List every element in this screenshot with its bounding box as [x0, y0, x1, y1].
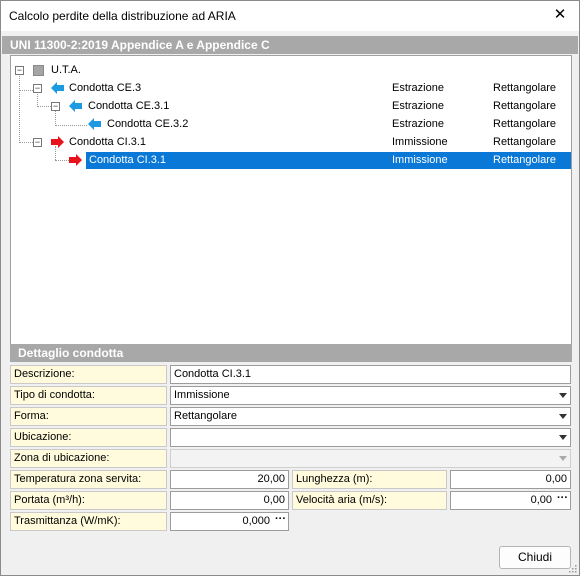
more-icon[interactable]: ···	[275, 511, 286, 528]
blue-arrow-left-icon	[51, 82, 64, 94]
tree-row-label: Condotta CE.3	[69, 82, 142, 94]
section-header: UNI 11300-2:2019 Appendice A e Appendice…	[2, 36, 578, 54]
portata-label: Portata (m³/h):	[10, 491, 167, 510]
tree-row-ce32[interactable]: Condotta CE.3.2 Estrazione Rettangolare	[11, 116, 571, 133]
temperatura-input[interactable]: 20,00	[170, 470, 289, 489]
lunghezza-input[interactable]: 0,00	[450, 470, 571, 489]
forma-select[interactable]: Rettangolare	[170, 407, 571, 426]
red-arrow-right-icon	[69, 154, 82, 166]
tree-row-forma: Rettangolare	[493, 136, 556, 148]
forma-label: Forma:	[10, 407, 167, 426]
tree-row-forma: Rettangolare	[493, 154, 556, 166]
square-icon	[33, 65, 44, 76]
chevron-down-icon	[559, 456, 567, 461]
velocita-value: 0,00	[530, 494, 552, 506]
blue-arrow-left-icon	[88, 118, 101, 130]
tree-row-tipo: Immissione	[392, 136, 448, 148]
collapse-icon[interactable]: −	[15, 66, 24, 75]
tree-row-ci31[interactable]: − Condotta CI.3.1 Immissione Rettangolar…	[11, 134, 571, 151]
trasmittanza-input[interactable]: 0,000 ···	[170, 512, 289, 531]
descrizione-input[interactable]: Condotta CI.3.1	[170, 365, 571, 384]
ubicazione-select[interactable]	[170, 428, 571, 447]
duct-tree[interactable]: − U.T.A. − Condotta CE.3 Estrazione Rett…	[10, 55, 572, 345]
tipo-label: Tipo di condotta:	[10, 386, 167, 405]
zona-label: Zona di ubicazione:	[10, 449, 167, 468]
forma-value: Rettangolare	[174, 410, 237, 422]
tree-row-forma: Rettangolare	[493, 118, 556, 130]
tree-row-tipo: Estrazione	[392, 82, 444, 94]
zona-select	[170, 449, 571, 468]
more-icon[interactable]: ···	[557, 490, 568, 507]
trasmittanza-label: Trasmittanza (W/mK):	[10, 512, 167, 531]
tree-row-label: Condotta CI.3.1	[89, 154, 167, 166]
tree-row-tipo: Immissione	[392, 154, 448, 166]
close-icon[interactable]: ✕	[547, 3, 573, 27]
tree-row-label: U.T.A.	[51, 64, 81, 76]
tree-row-tipo: Estrazione	[392, 118, 444, 130]
portata-input[interactable]: 0,00	[170, 491, 289, 510]
detail-header: Dettaglio condotta	[10, 344, 572, 362]
chevron-down-icon[interactable]	[559, 393, 567, 398]
collapse-icon[interactable]: −	[33, 138, 42, 147]
descrizione-label: Descrizione:	[10, 365, 167, 384]
resize-grip-icon[interactable]	[567, 563, 577, 573]
collapse-icon[interactable]: −	[51, 102, 60, 111]
dialog-window: Calcolo perdite della distribuzione ad A…	[0, 0, 580, 576]
tree-row-label: Condotta CE.3.2	[107, 118, 189, 130]
tree-row-selected[interactable]: Condotta CI.3.1 Immissione Rettangolare	[11, 152, 571, 169]
red-arrow-right-icon	[51, 136, 64, 148]
tree-row-forma: Rettangolare	[493, 82, 556, 94]
temperatura-label: Temperatura zona servita:	[10, 470, 167, 489]
blue-arrow-left-icon	[69, 100, 82, 112]
chevron-down-icon[interactable]	[559, 414, 567, 419]
tipo-select[interactable]: Immissione	[170, 386, 571, 405]
tree-row-tipo: Estrazione	[392, 100, 444, 112]
tree-row-forma: Rettangolare	[493, 100, 556, 112]
tree-row-label: Condotta CI.3.1	[69, 136, 147, 148]
ubicazione-label: Ubicazione:	[10, 428, 167, 447]
lunghezza-label: Lunghezza (m):	[292, 470, 447, 489]
tree-row-ce31[interactable]: − Condotta CE.3.1 Estrazione Rettangolar…	[11, 98, 571, 115]
chiudi-button[interactable]: Chiudi	[499, 546, 571, 569]
collapse-icon[interactable]: −	[33, 84, 42, 93]
velocita-label: Velocità aria (m/s):	[292, 491, 447, 510]
chevron-down-icon[interactable]	[559, 435, 567, 440]
velocita-input[interactable]: 0,00 ···	[450, 491, 571, 510]
window-title: Calcolo perdite della distribuzione ad A…	[9, 9, 236, 23]
tree-row-ce3[interactable]: − Condotta CE.3 Estrazione Rettangolare	[11, 80, 571, 97]
tree-row-label: Condotta CE.3.1	[88, 100, 170, 112]
title-bar: Calcolo perdite della distribuzione ad A…	[1, 1, 579, 31]
tipo-value: Immissione	[174, 389, 230, 401]
tree-row-uta[interactable]: − U.T.A.	[11, 62, 571, 79]
trasmittanza-value: 0,000	[242, 515, 270, 527]
